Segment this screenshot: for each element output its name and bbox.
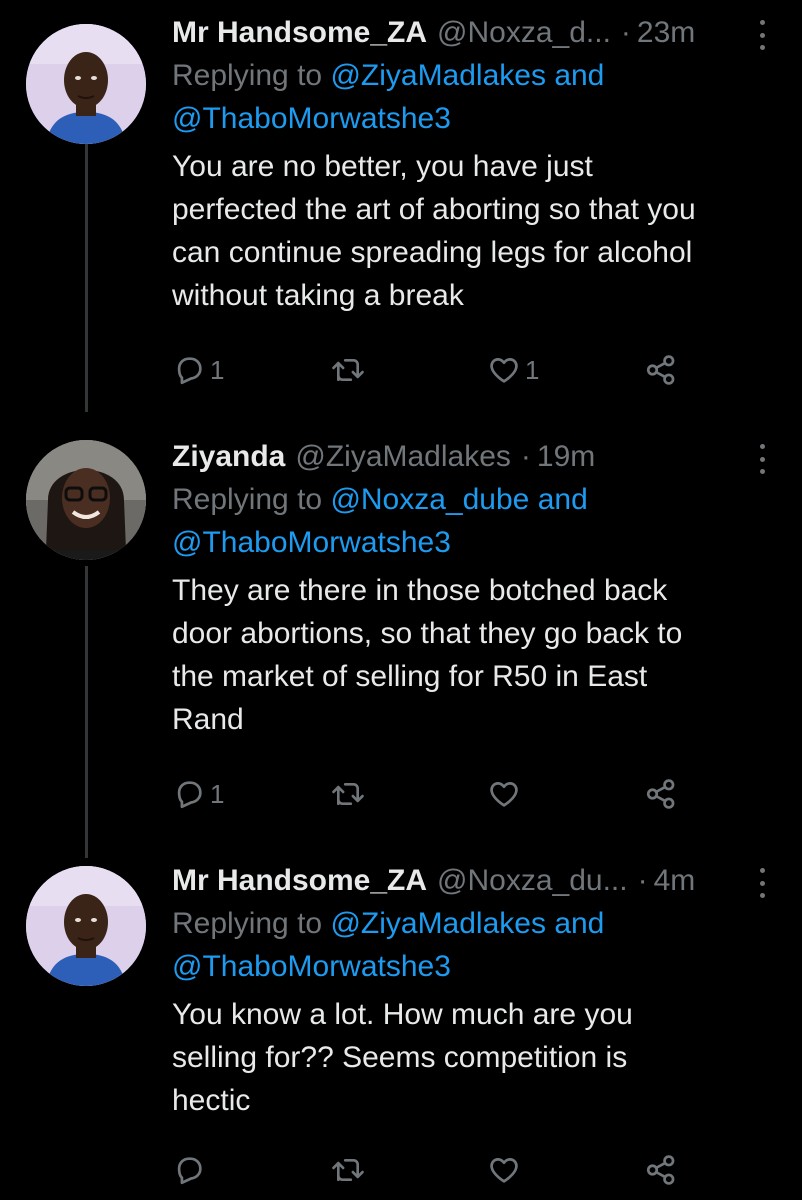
tweet-content: Mr Handsome_ZA @Noxza_d... · 23m Replyin… bbox=[172, 12, 772, 317]
reply-button[interactable]: 1 bbox=[172, 774, 224, 814]
retweet-icon bbox=[332, 1158, 364, 1182]
replying-to: Replying to @ZiyaMadlakes and @ThaboMorw… bbox=[172, 54, 772, 140]
user-avatar-icon[interactable] bbox=[26, 866, 146, 986]
share-icon bbox=[646, 1155, 675, 1185]
timestamp[interactable]: 4m bbox=[654, 860, 696, 902]
tweet-text: They are there in those botched back doo… bbox=[172, 569, 772, 741]
like-button[interactable]: 1 bbox=[487, 350, 539, 390]
tweet[interactable]: Ziyanda @ZiyaMadlakes · 19m Replying to … bbox=[0, 436, 802, 836]
replying-to: Replying to @ZiyaMadlakes and @ThaboMorw… bbox=[172, 902, 772, 988]
user-avatar-icon[interactable] bbox=[26, 440, 146, 560]
separator-dot: · bbox=[637, 864, 648, 897]
mention-joiner: and bbox=[537, 483, 588, 516]
mention-link[interactable]: @ThaboMorwatshe3 bbox=[172, 102, 451, 135]
tweet-text-line: Rand bbox=[172, 703, 244, 736]
retweet-button[interactable] bbox=[330, 774, 366, 814]
retweet-button[interactable] bbox=[330, 350, 366, 390]
reply-button[interactable]: 1 bbox=[172, 350, 224, 390]
mention-link[interactable]: @Noxza_dube bbox=[330, 483, 529, 516]
tweet-actions: 1 1 bbox=[172, 350, 692, 390]
tweet-text-line: selling for?? Seems competition is bbox=[172, 1041, 628, 1074]
tweet-header: Mr Handsome_ZA @Noxza_du... · 4m bbox=[172, 860, 772, 902]
share-icon bbox=[646, 355, 675, 385]
replying-to: Replying to @Noxza_dube and @ThaboMorwat… bbox=[172, 478, 772, 564]
reply-thread: Mr Handsome_ZA @Noxza_d... · 23m Replyin… bbox=[0, 0, 802, 1200]
tweet-text-line: perfected the art of aborting so that yo… bbox=[172, 193, 696, 226]
reply-count: 1 bbox=[210, 354, 225, 385]
replying-prefix: Replying to bbox=[172, 483, 323, 516]
share-button[interactable] bbox=[644, 1150, 678, 1190]
tweet[interactable]: Mr Handsome_ZA @Noxza_d... · 23m Replyin… bbox=[0, 12, 802, 412]
tweet-text-line: door abortions, so that they go back to bbox=[172, 617, 683, 650]
retweet-icon bbox=[332, 358, 364, 382]
share-icon bbox=[646, 779, 675, 809]
tweet-text-line: without taking a break bbox=[172, 279, 464, 312]
tweet-text-line: You are no better, you have just bbox=[172, 150, 593, 183]
reply-count: 1 bbox=[210, 778, 225, 809]
mention-link[interactable]: @ThaboMorwatshe3 bbox=[172, 950, 451, 983]
like-button[interactable] bbox=[487, 1150, 521, 1190]
like-button[interactable] bbox=[487, 774, 521, 814]
tweet-actions bbox=[172, 1150, 692, 1190]
tweet-header: Ziyanda @ZiyaMadlakes · 19m bbox=[172, 436, 772, 478]
reply-icon bbox=[177, 357, 202, 385]
like-count: 1 bbox=[525, 354, 540, 385]
tweet-header: Mr Handsome_ZA @Noxza_d... · 23m bbox=[172, 12, 772, 54]
tweet-content: Ziyanda @ZiyaMadlakes · 19m Replying to … bbox=[172, 436, 772, 741]
reply-button[interactable] bbox=[172, 1150, 206, 1190]
timestamp[interactable]: 23m bbox=[637, 12, 695, 54]
share-button[interactable] bbox=[644, 350, 678, 390]
tweet-text-line: the market of selling for R50 in East bbox=[172, 660, 648, 693]
tweet-text-line: You know a lot. How much are you bbox=[172, 998, 633, 1031]
more-options-icon[interactable] bbox=[752, 444, 772, 474]
like-icon bbox=[490, 1158, 518, 1183]
mention-link[interactable]: @ZiyaMadlakes bbox=[330, 907, 546, 940]
more-options-icon[interactable] bbox=[752, 20, 772, 50]
user-avatar-icon[interactable] bbox=[26, 24, 146, 144]
mention-link[interactable]: @ThaboMorwatshe3 bbox=[172, 526, 451, 559]
tweet-text-line: hectic bbox=[172, 1084, 251, 1117]
mention-link[interactable]: @ZiyaMadlakes bbox=[330, 59, 546, 92]
tweet-content: Mr Handsome_ZA @Noxza_du... · 4m Replyin… bbox=[172, 860, 772, 1122]
tweet-text: You are no better, you have just perfect… bbox=[172, 145, 772, 317]
mention-joiner: and bbox=[554, 907, 605, 940]
mention-joiner: and bbox=[554, 59, 605, 92]
reply-icon bbox=[177, 1157, 202, 1185]
display-name[interactable]: Mr Handsome_ZA bbox=[172, 12, 427, 54]
separator-dot: · bbox=[520, 440, 531, 473]
user-handle[interactable]: @Noxza_d... bbox=[437, 12, 611, 54]
like-icon bbox=[490, 782, 518, 807]
reply-icon bbox=[177, 781, 202, 809]
more-options-icon[interactable] bbox=[752, 868, 772, 898]
tweet[interactable]: Mr Handsome_ZA @Noxza_du... · 4m Replyin… bbox=[0, 860, 802, 1200]
tweet-actions: 1 bbox=[172, 774, 692, 814]
tweet-text-line: can continue spreading legs for alcohol bbox=[172, 236, 693, 269]
tweet-text: You know a lot. How much are you selling… bbox=[172, 993, 772, 1122]
timestamp[interactable]: 19m bbox=[537, 436, 595, 478]
replying-prefix: Replying to bbox=[172, 59, 323, 92]
tweet-text-line: They are there in those botched back bbox=[172, 574, 668, 607]
replying-prefix: Replying to bbox=[172, 907, 323, 940]
user-handle[interactable]: @ZiyaMadlakes bbox=[295, 436, 511, 478]
display-name[interactable]: Ziyanda bbox=[172, 436, 285, 478]
display-name[interactable]: Mr Handsome_ZA bbox=[172, 860, 427, 902]
share-button[interactable] bbox=[644, 774, 678, 814]
retweet-icon bbox=[332, 782, 364, 806]
retweet-button[interactable] bbox=[330, 1150, 366, 1190]
separator-dot: · bbox=[620, 16, 631, 49]
like-icon bbox=[490, 358, 518, 383]
user-handle[interactable]: @Noxza_du... bbox=[437, 860, 628, 902]
